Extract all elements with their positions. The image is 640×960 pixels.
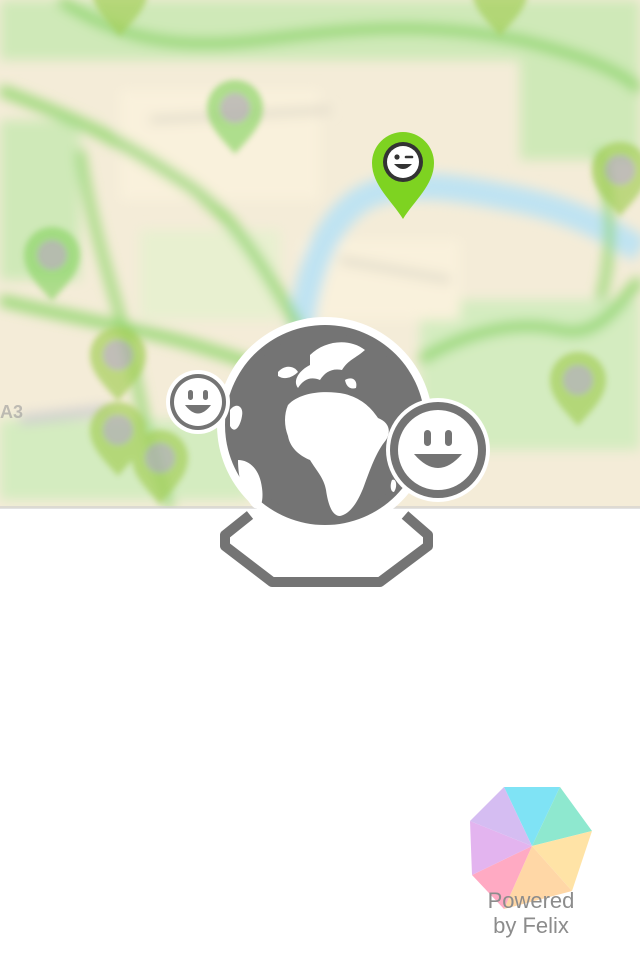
map-partial-label: A3 (0, 402, 23, 422)
world-chat-emblem (166, 317, 490, 587)
by-felix-label: by Felix (493, 913, 569, 938)
left-smiley-avatar (166, 370, 230, 434)
active-map-pin[interactable] (370, 130, 436, 222)
right-smiley-avatar (386, 398, 490, 502)
winking-smiley-icon (383, 142, 423, 182)
powered-label: Powered (487, 888, 575, 913)
powered-by-felix-label: Powered by Felix (470, 888, 592, 938)
